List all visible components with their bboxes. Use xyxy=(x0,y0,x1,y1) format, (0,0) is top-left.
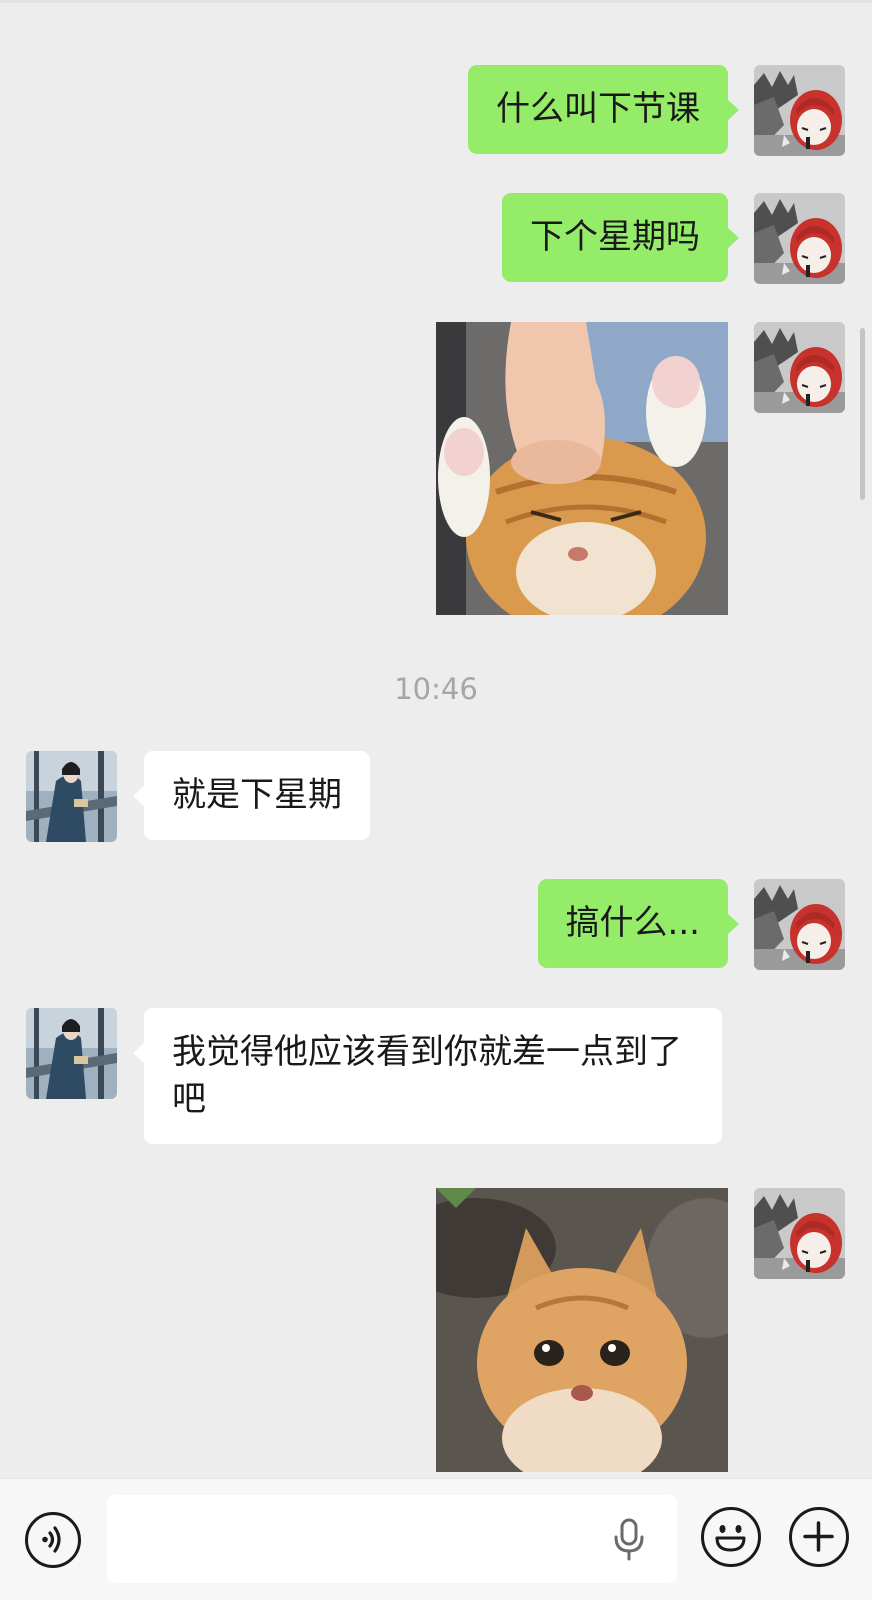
self-avatar[interactable] xyxy=(754,322,845,413)
anime-girl-avatar-image xyxy=(754,322,845,413)
anime-girl-avatar-image xyxy=(754,879,845,970)
message-input[interactable] xyxy=(107,1495,677,1583)
cat-sticker-sad[interactable] xyxy=(436,1188,728,1472)
voice-mode-icon xyxy=(42,1526,61,1553)
chat-area[interactable]: 什么叫下节课 下个星期吗 10:46 就是下星期 搞什么... 我觉得他应该看到… xyxy=(0,0,872,1480)
message-input-bar xyxy=(0,1478,872,1600)
message-bubble-self[interactable]: 什么叫下节课 xyxy=(468,65,739,154)
emoji-button[interactable] xyxy=(701,1507,761,1567)
chat-scrollbar[interactable] xyxy=(860,328,865,500)
robed-figure-avatar-image xyxy=(26,1008,117,1099)
microphone-icon xyxy=(614,1518,644,1561)
message-timestamp: 10:46 xyxy=(394,672,478,706)
top-divider xyxy=(0,0,872,3)
self-avatar[interactable] xyxy=(754,879,845,970)
self-avatar[interactable] xyxy=(754,65,845,156)
message-bubble-contact[interactable]: 我觉得他应该看到你就差一点到了吧 xyxy=(133,1008,722,1144)
more-functions-button[interactable] xyxy=(789,1507,849,1567)
voice-mode-button[interactable] xyxy=(25,1512,81,1568)
self-avatar[interactable] xyxy=(754,193,845,284)
sad-cat-image xyxy=(436,1188,728,1472)
contact-avatar[interactable] xyxy=(26,751,117,842)
anime-girl-avatar-image xyxy=(754,65,845,156)
cat-sticker-hand[interactable] xyxy=(436,322,728,615)
message-bubble-contact[interactable]: 就是下星期 xyxy=(133,751,370,840)
cat-pressed-by-hand-image xyxy=(436,322,728,615)
self-avatar[interactable] xyxy=(754,1188,845,1279)
anime-girl-avatar-image xyxy=(754,1188,845,1279)
contact-avatar[interactable] xyxy=(26,1008,117,1099)
anime-girl-avatar-image xyxy=(754,193,845,284)
message-bubble-self[interactable]: 下个星期吗 xyxy=(502,193,739,282)
plus-icon xyxy=(803,1521,834,1552)
emoji-icon xyxy=(715,1525,746,1552)
voice-input-button[interactable] xyxy=(609,1515,649,1563)
robed-figure-avatar-image xyxy=(26,751,117,842)
message-bubble-self[interactable]: 搞什么... xyxy=(537,879,740,968)
